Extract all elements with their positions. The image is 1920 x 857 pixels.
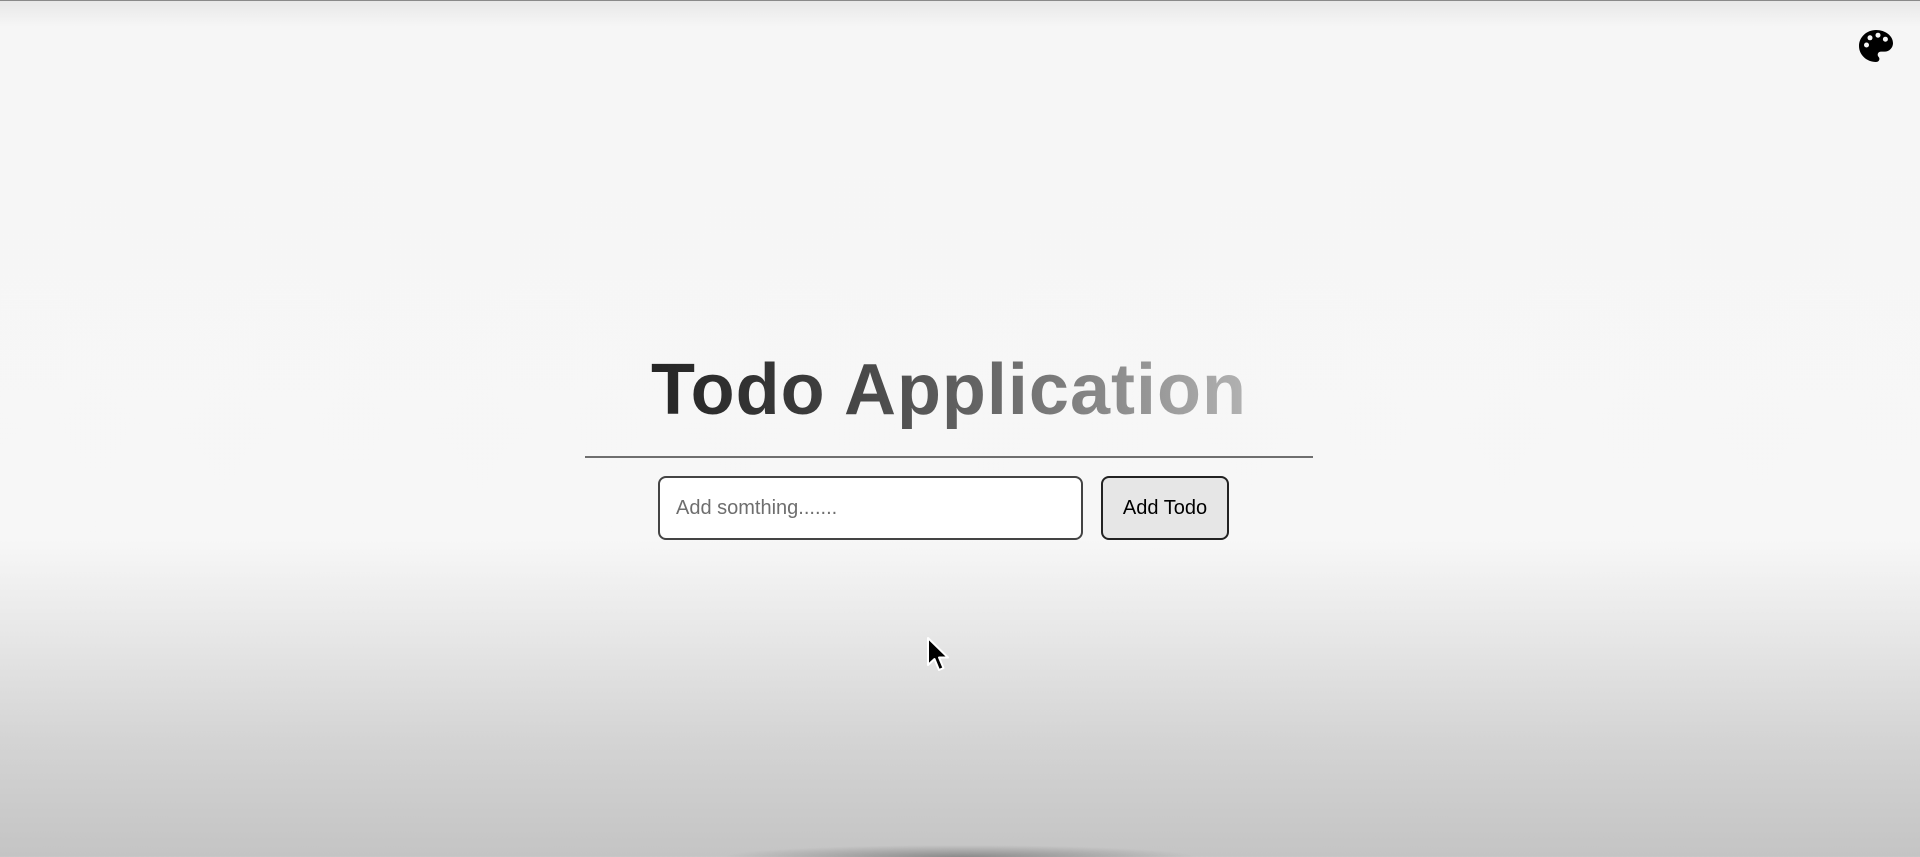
window-top-shade	[0, 1, 1920, 27]
bottom-shadow	[720, 845, 1200, 857]
mouse-pointer-icon	[926, 636, 952, 674]
todo-container: Todo Application Add Todo	[585, 340, 1313, 540]
todo-input[interactable]	[658, 476, 1083, 540]
page-title: Todo Application	[585, 340, 1313, 440]
theme-toggle-button[interactable]	[1857, 27, 1895, 65]
palette-icon	[1859, 30, 1893, 62]
todo-form: Add Todo	[658, 476, 1240, 540]
title-divider	[585, 456, 1313, 458]
add-todo-button[interactable]: Add Todo	[1101, 476, 1229, 540]
